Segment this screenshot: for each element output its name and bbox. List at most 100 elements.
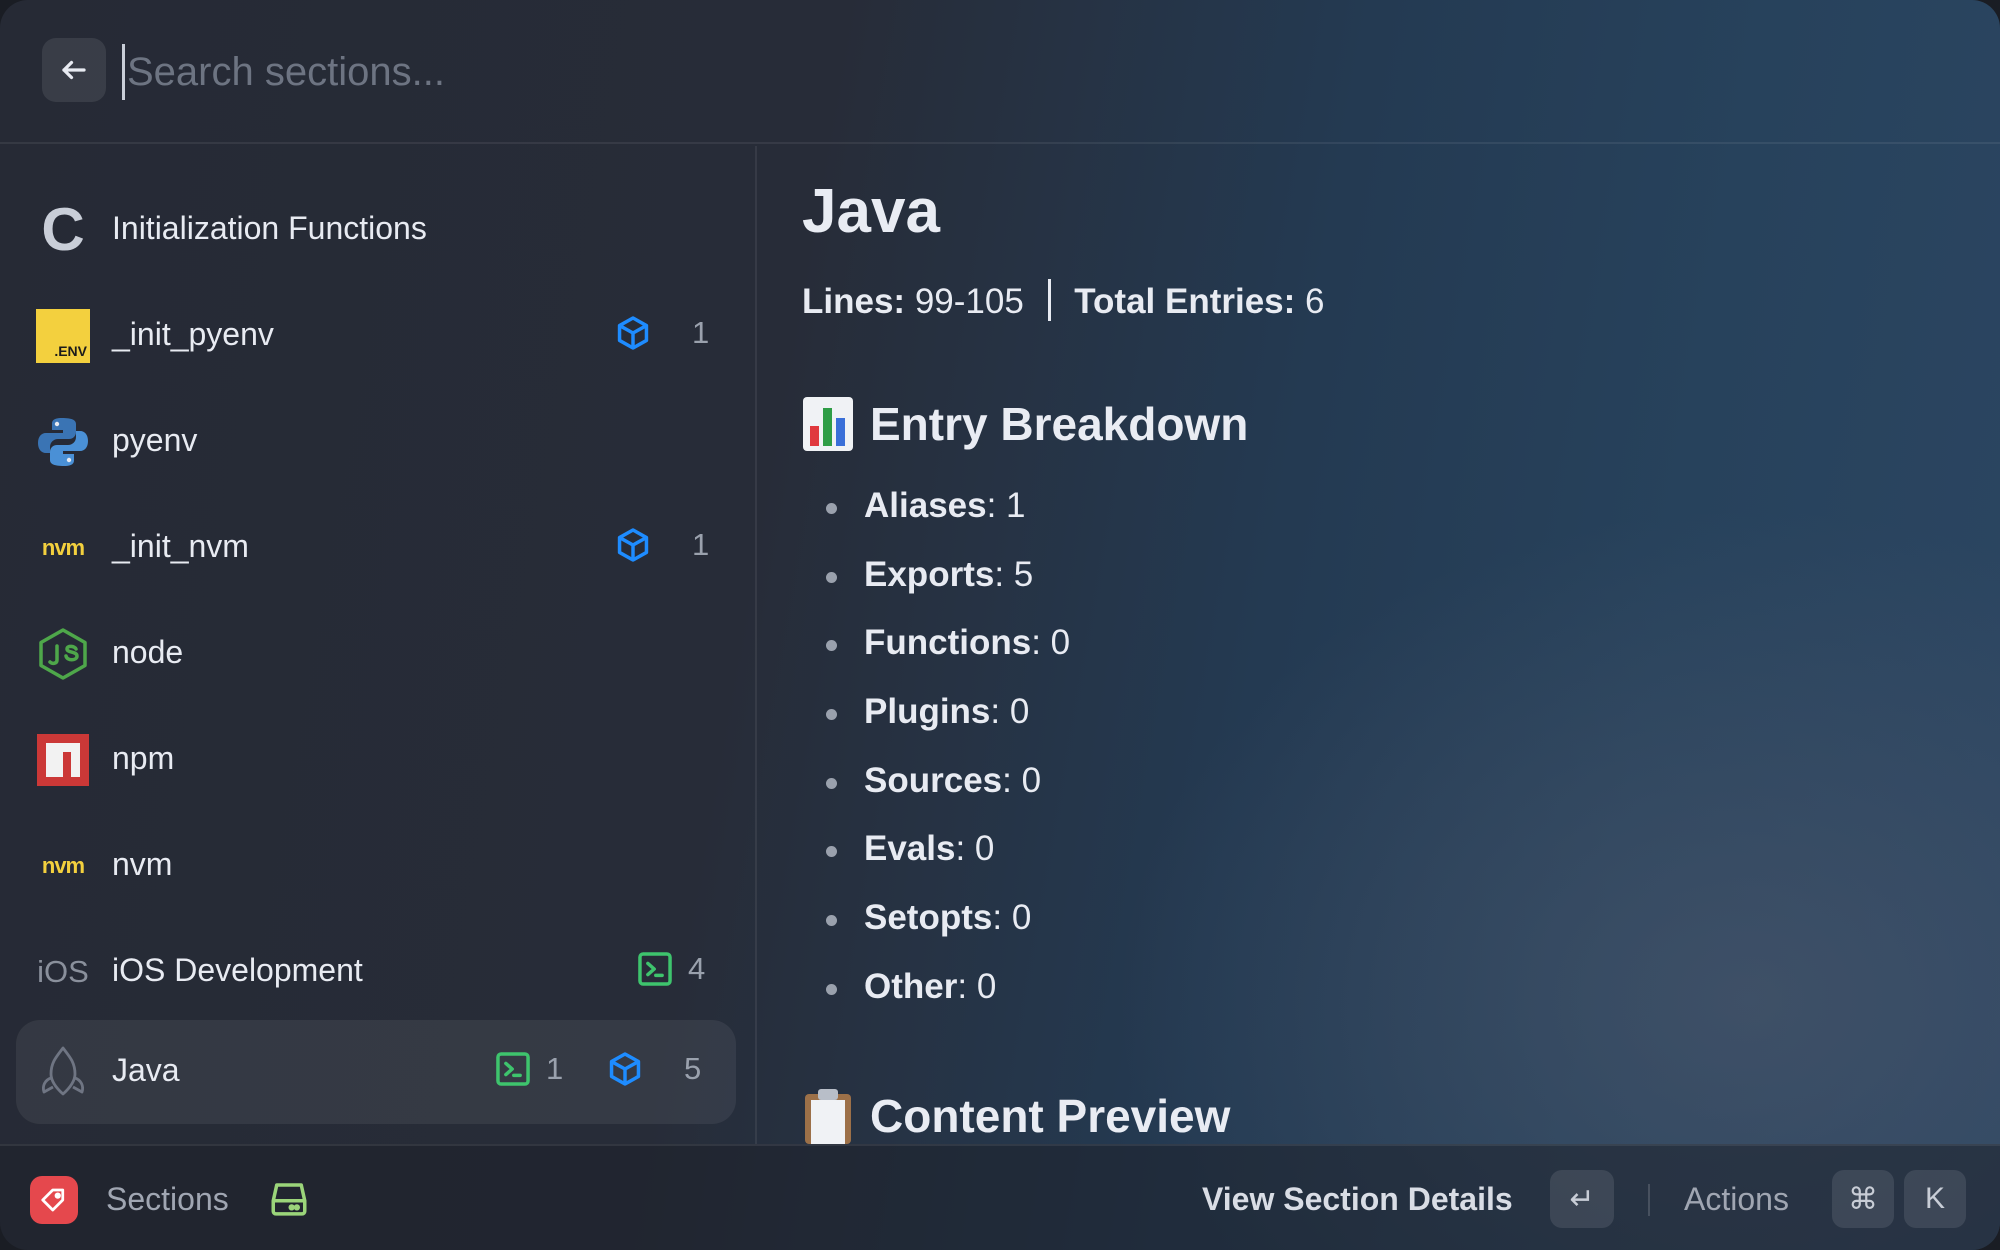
navigation-title: Sections <box>106 1181 229 1217</box>
raycast-window: C Initialization Functions .ENV _init_py… <box>0 0 2000 1250</box>
terminal-count: 4 <box>688 951 706 986</box>
list-item-init-pyenv[interactable]: .ENV _init_pyenv 1 <box>16 284 736 388</box>
footer-divider <box>1648 1184 1650 1216</box>
lines-value: 99-105 <box>914 282 1024 321</box>
detail-metadata: Lines: 99-105 Total Entries: 6 <box>802 278 1325 325</box>
view-section-details-action[interactable]: View Section Details <box>1202 1181 1513 1218</box>
content-preview-heading: Content Preview <box>802 1088 1230 1144</box>
module-accessory: 1 <box>614 314 709 352</box>
terminal-count: 1 <box>546 1051 564 1086</box>
clipboard-icon <box>805 1089 851 1144</box>
python-icon <box>36 415 90 469</box>
list-item: Functions: 0 <box>825 623 1071 663</box>
list-item-java[interactable]: Java 1 5 <box>16 1020 736 1124</box>
list-item: Evals: 0 <box>825 829 995 869</box>
heading-text: Content Preview <box>870 1090 1231 1142</box>
module-count: 1 <box>692 527 710 562</box>
nvm-icon-text: nvm <box>41 535 85 560</box>
search-input[interactable] <box>122 44 1322 100</box>
breakdown-value: 1 <box>1006 486 1026 525</box>
terminal-accessory: 4 <box>636 950 705 988</box>
list-item: Sources: 0 <box>825 761 1042 801</box>
breakdown-key: Aliases <box>864 486 987 525</box>
entry-breakdown-heading: Entry Breakdown <box>802 396 1248 452</box>
tag-icon <box>41 1188 65 1212</box>
breakdown-value: 0 <box>976 967 997 1006</box>
cube-icon <box>609 1052 641 1086</box>
list-item-label: nvm <box>112 846 173 882</box>
arrow-left-icon <box>62 60 86 80</box>
module-count: 1 <box>692 315 710 350</box>
c-letter-icon: C <box>36 196 90 263</box>
module-accessory: 5 <box>606 1050 701 1088</box>
breakdown-key: Functions <box>864 623 1032 662</box>
breakdown-key: Setopts <box>864 898 993 937</box>
list-item: Setopts: 0 <box>825 898 1032 938</box>
list-item-npm[interactable]: npm <box>16 708 736 812</box>
total-entries-label: Total Entries: <box>1074 282 1296 321</box>
nvm-icon-text: nvm <box>41 853 85 878</box>
list-item-label: node <box>112 634 184 670</box>
list-item-label: _init_pyenv <box>112 316 274 352</box>
breakdown-value: 0 <box>1009 692 1030 731</box>
nvm-icon: nvm <box>36 839 90 893</box>
list-item: Aliases: 1 <box>826 486 1026 526</box>
back-button[interactable] <box>42 38 106 102</box>
breakdown-key: Exports <box>864 555 995 594</box>
meta-separator <box>1047 278 1051 321</box>
list-item-label: iOS Development <box>112 952 363 988</box>
breakdown-key: Other <box>864 967 958 1006</box>
lines-label: Lines: <box>802 282 906 321</box>
breakdown-key: Plugins <box>864 692 991 731</box>
hard-drive-icon <box>271 1183 307 1216</box>
list-item-pyenv[interactable]: pyenv <box>16 390 736 494</box>
java-icon <box>36 1045 90 1099</box>
terminal-icon <box>638 952 672 986</box>
enter-key-hint: ↵ <box>1550 1170 1614 1228</box>
list-item-label: npm <box>112 740 175 776</box>
breakdown-value: 0 <box>1050 623 1071 662</box>
cube-icon <box>617 528 649 562</box>
k-key-hint: K <box>1904 1170 1966 1228</box>
extension-icon <box>30 1176 78 1224</box>
terminal-icon <box>496 1052 530 1086</box>
list-item: Plugins: 0 <box>825 692 1030 732</box>
list-item: Exports: 5 <box>825 555 1034 595</box>
list-item-nvm[interactable]: nvm nvm <box>16 814 736 918</box>
breakdown-key: Evals <box>864 829 956 868</box>
breakdown-value: 5 <box>1013 555 1034 594</box>
list-item-initialization-functions[interactable]: C Initialization Functions <box>16 178 736 282</box>
breakdown-value: 0 <box>1021 761 1042 800</box>
list-item-label: Java <box>112 1052 180 1088</box>
actions-button[interactable]: Actions <box>1684 1181 1789 1218</box>
list-item: Other: 0 <box>825 967 997 1007</box>
list-item-node[interactable]: node <box>16 602 736 706</box>
module-accessory: 1 <box>614 526 709 564</box>
list-item-label: pyenv <box>112 422 198 458</box>
detail-title: Java <box>802 177 940 246</box>
sections-list: C Initialization Functions .ENV _init_py… <box>0 146 757 1144</box>
breakdown-key: Sources <box>864 761 1003 800</box>
detail-panel: Java Lines: 99-105 Total Entries: 6 Entr… <box>758 146 2000 1144</box>
c-letter-glyph: C <box>41 196 85 263</box>
cube-icon <box>617 316 649 350</box>
list-item-label: _init_nvm <box>112 528 249 564</box>
ios-icon: iOS <box>36 945 90 999</box>
nodejs-icon <box>36 627 90 681</box>
list-item-init-nvm[interactable]: nvm _init_nvm 1 <box>16 496 736 600</box>
total-entries-value: 6 <box>1305 282 1325 321</box>
action-bar: Sections View Section Details ↵ Actions … <box>0 1144 2000 1250</box>
search-bar <box>0 0 2000 144</box>
cmd-key-hint: ⌘ <box>1832 1170 1894 1228</box>
ios-icon-text: iOS <box>37 954 89 989</box>
list-item-ios-development[interactable]: iOS iOS Development 4 <box>16 920 736 1024</box>
bar-chart-icon <box>803 397 853 451</box>
breakdown-value: 0 <box>974 829 995 868</box>
heading-text: Entry Breakdown <box>870 398 1249 450</box>
npm-icon <box>36 733 90 787</box>
breakdown-value: 0 <box>1011 898 1032 937</box>
module-count: 5 <box>684 1051 702 1086</box>
nvm-icon: nvm <box>36 521 90 575</box>
terminal-accessory: 1 <box>494 1050 563 1088</box>
env-file-icon: .ENV <box>36 309 90 363</box>
